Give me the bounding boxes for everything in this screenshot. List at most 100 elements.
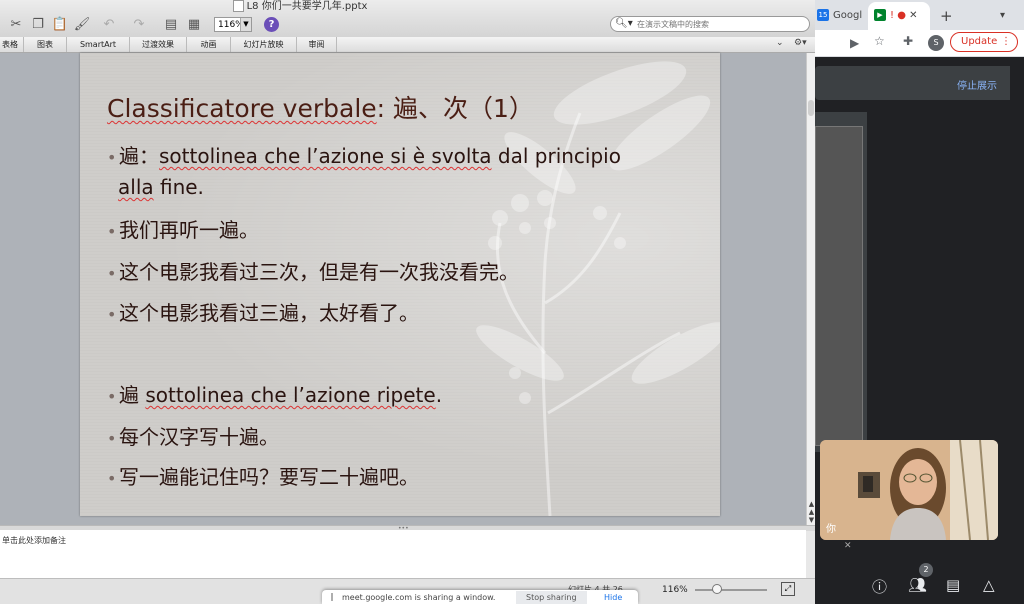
cut-icon[interactable]: ✂ <box>7 15 25 33</box>
bullet-5-tail: . <box>435 383 443 407</box>
self-video-feed <box>820 440 998 540</box>
bullet-dot-icon: • <box>107 222 117 241</box>
redo-icon[interactable]: ↷ <box>130 15 148 33</box>
bullet-1-underlined: sottolinea che l’azione si è svolta <box>159 144 492 168</box>
bullet-dot-icon: • <box>107 305 117 324</box>
new-tab-button[interactable]: + <box>940 4 953 28</box>
preview-window <box>815 126 863 446</box>
bullet-1: • 遍：sottolinea che l’azione si è svolta d… <box>107 140 621 169</box>
screen-share-preview <box>815 112 867 452</box>
bullet-dot-icon: • <box>107 429 117 448</box>
slide-title: Classificatore verbale: 遍、次（1） <box>107 89 534 125</box>
bullet-dot-icon: • <box>107 387 117 406</box>
pptx-file-icon <box>232 0 244 12</box>
sharing-notification-bar: ‖ meet.google.com is sharing a window. S… <box>322 590 638 604</box>
bullet-5-underlined: sottolinea che l’azione ripete <box>145 383 436 407</box>
ppt-toolbar: L8 你们一共要学几年.pptx ✂ ❐ 📋 🖌 ↶ ↷ ▤ ▦ 116% ▼ … <box>0 0 815 38</box>
close-tab-icon[interactable]: ✕ <box>909 10 917 21</box>
document-title: L8 你们一共要学几年.pptx <box>0 0 600 12</box>
bullet-1-cont-underlined: alla <box>118 175 154 199</box>
bullet-7: • 写一遍能记住吗？要写二十遍吧。 <box>107 461 419 490</box>
zoom-select[interactable]: 116% ▼ <box>214 17 252 32</box>
stop-sharing-button[interactable]: Stop sharing <box>516 591 587 604</box>
people-icon[interactable]: 👥︎ <box>908 576 927 594</box>
close-icon[interactable]: ✕ <box>844 541 852 551</box>
fit-to-window-icon[interactable]: ⤢ <box>781 582 795 596</box>
search-input[interactable] <box>637 18 805 30</box>
previous-slide-icon[interactable]: ▲ ▲ <box>807 500 815 516</box>
ribbon-tab-charts[interactable]: 图表 <box>24 37 67 52</box>
bullet-6: • 每个汉字写十遍。 <box>107 421 279 450</box>
title-rest: : 遍、次（1） <box>376 94 534 123</box>
title-prefix: Classificatore verbale <box>107 94 377 123</box>
bullet-1-continuation: alla fine. <box>118 175 204 199</box>
stop-presenting-button[interactable]: 停止展示 <box>957 77 997 92</box>
self-video-tile[interactable] <box>820 440 998 540</box>
tab-search-icon[interactable]: ▾ <box>1000 4 1005 28</box>
chat-icon[interactable]: ▤ <box>946 576 960 594</box>
slide-canvas: Classificatore verbale: 遍、次（1） • 遍：sottol… <box>80 53 720 516</box>
tab-google-calendar[interactable]: 15 Googl <box>817 4 862 28</box>
bullet-4: • 这个电影我看过三遍，太好看了。 <box>107 297 419 326</box>
bullet-dot-icon: • <box>107 469 117 488</box>
gear-icon[interactable]: ⚙▾ <box>794 38 807 48</box>
ribbon-tab-transitions[interactable]: 过渡效果 <box>130 37 187 52</box>
ribbon-tab-review[interactable]: 审阅 <box>297 37 337 52</box>
zoom-slider-knob[interactable] <box>712 584 722 594</box>
search-icon[interactable]: 🔍︎▾ <box>615 17 633 31</box>
vertical-scrollbar[interactable]: ▲ ▲ ▼ <box>806 53 815 525</box>
camera-icon[interactable]: ▶ <box>850 36 859 50</box>
zoom-slider-track[interactable] <box>695 589 767 591</box>
calendar-icon: 15 <box>817 9 829 21</box>
document-title-text: L8 你们一共要学几年.pptx <box>246 1 368 12</box>
profile-avatar[interactable]: S <box>928 35 944 51</box>
ribbon-collapse-icon[interactable]: ⌄ <box>776 38 784 48</box>
people-count-badge: 2 <box>919 563 933 577</box>
pause-icon: ‖ <box>330 592 334 601</box>
info-icon[interactable]: ⓘ <box>872 576 887 597</box>
bullet-2-text: 我们再听一遍。 <box>119 218 259 242</box>
next-slide-icon[interactable]: ▼ <box>807 516 815 524</box>
bullet-dot-icon: • <box>107 148 117 167</box>
notes-placeholder[interactable]: 单击此处添加备注 <box>2 535 66 546</box>
bullet-2: • 我们再听一遍。 <box>107 214 259 243</box>
extensions-icon[interactable]: ✚ <box>903 34 913 48</box>
bullet-3: • 这个电影我看过三次，但是有一次我没看完。 <box>107 256 519 285</box>
notes-pane[interactable]: 单击此处添加备注 <box>0 530 806 578</box>
format-painter-icon[interactable]: 🖌 <box>73 15 91 33</box>
activities-icon[interactable]: △ <box>983 576 995 594</box>
search-field[interactable]: 🔍︎▾ <box>610 16 810 32</box>
undo-icon[interactable]: ↶ <box>100 15 118 33</box>
slide-sorter-icon[interactable]: ▤ <box>162 15 180 33</box>
status-zoom-value: 116% <box>662 585 688 595</box>
bullet-1-cont-tail: fine. <box>153 175 204 199</box>
more-vert-icon: ⋮ <box>1001 36 1011 47</box>
hide-button[interactable]: Hide <box>604 593 622 602</box>
self-name-label: 你 <box>826 524 836 535</box>
bullet-5-head: 遍 <box>119 383 146 407</box>
bullet-4-text: 这个电影我看过三遍，太好看了。 <box>119 301 419 325</box>
ribbon-tab-tables[interactable]: 表格 <box>0 37 24 52</box>
sharing-message: meet.google.com is sharing a window. <box>342 593 496 602</box>
chevron-down-icon[interactable]: ▼ <box>240 18 251 31</box>
bullet-7-text: 写一遍能记住吗？要写二十遍吧。 <box>119 465 419 489</box>
bookmark-star-icon[interactable]: ☆ <box>874 34 885 48</box>
bullet-3-text: 这个电影我看过三次，但是有一次我没看完。 <box>119 260 519 284</box>
scroll-thumb[interactable] <box>808 100 814 116</box>
ribbon-tabs: 表格 图表 SmartArt 过渡效果 动画 幻灯片放映 审阅 ⌄ ⚙▾ <box>0 37 815 53</box>
paste-icon[interactable]: 📋 <box>51 15 69 33</box>
bullet-dot-icon: • <box>107 264 117 283</box>
update-button[interactable]: Update ⋮ <box>950 32 1018 52</box>
tab-meet[interactable]: ▶! ● ✕ <box>874 4 918 28</box>
media-browser-icon[interactable]: ▦ <box>185 15 203 33</box>
bullet-1-head: 遍： <box>119 144 159 168</box>
ribbon-tab-smartart[interactable]: SmartArt <box>67 37 130 52</box>
recording-icon: ● <box>897 10 906 21</box>
tab-2-label: ! <box>890 10 895 21</box>
ribbon-tab-slideshow[interactable]: 幻灯片放映 <box>231 37 297 52</box>
copy-icon[interactable]: ❐ <box>29 15 47 33</box>
ribbon-tab-animations[interactable]: 动画 <box>187 37 231 52</box>
help-icon[interactable]: ? <box>264 17 279 32</box>
bullet-5: • 遍 sottolinea che l’azione ripete. <box>107 379 442 408</box>
bullet-6-text: 每个汉字写十遍。 <box>119 425 279 449</box>
